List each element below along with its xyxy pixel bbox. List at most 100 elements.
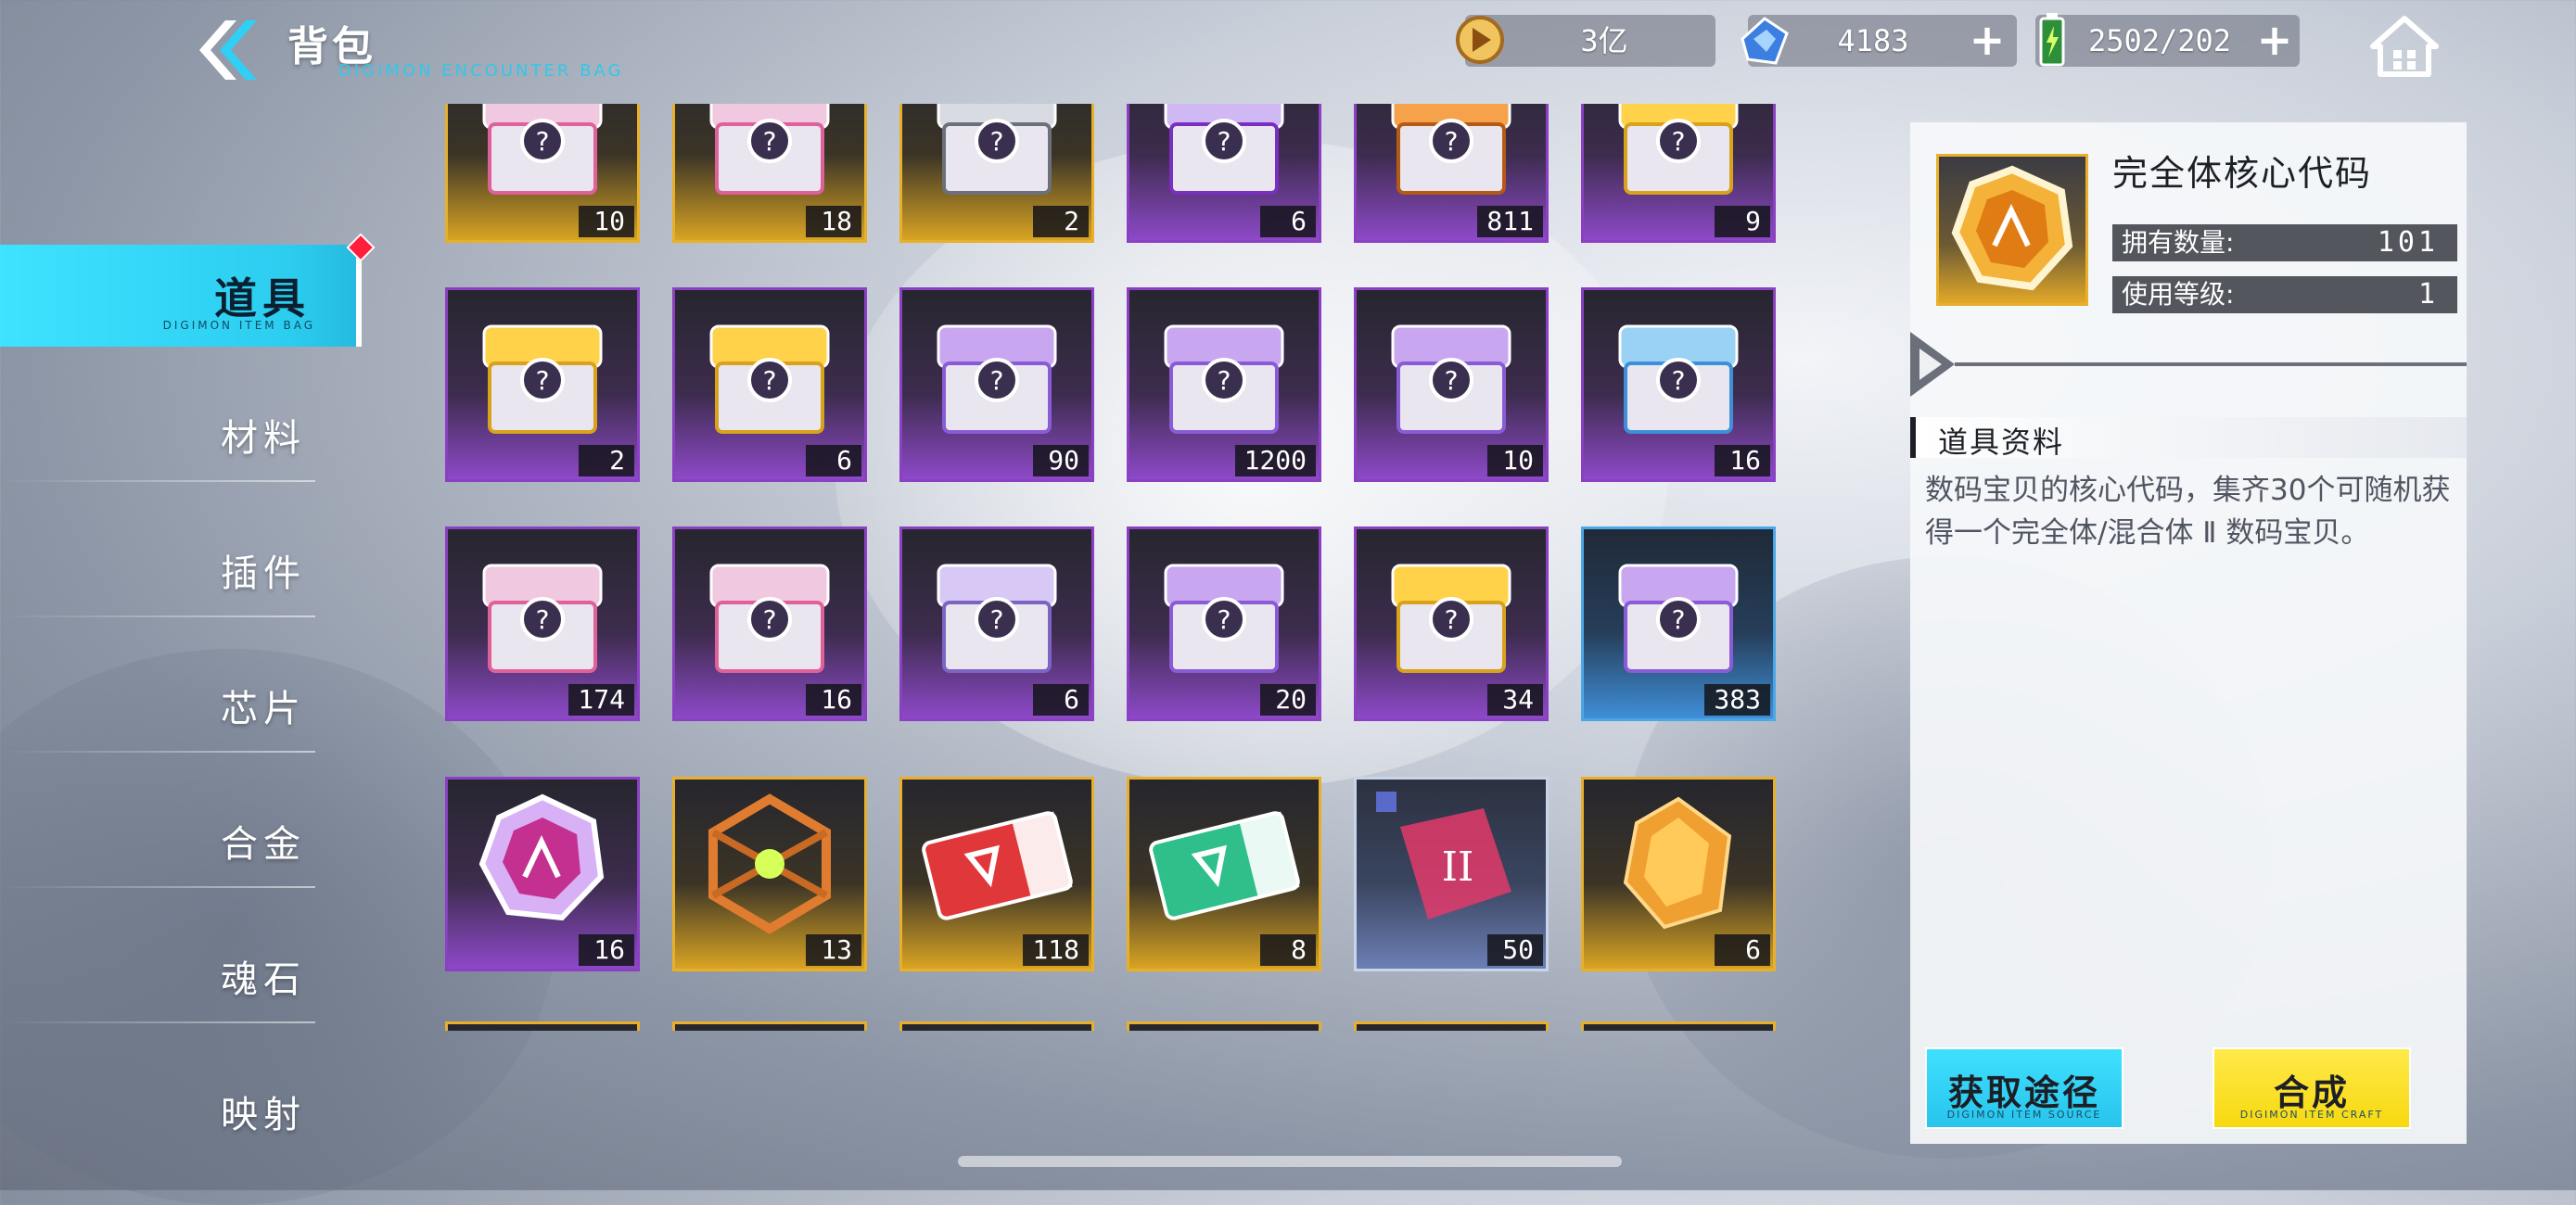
- synthesize-button-subtitle: DIGIMON ITEM CRAFT: [2239, 1109, 2384, 1121]
- item-grid[interactable]: ? 10 ? 18 ? 2 ? 6 ? 811 ? 9 ? 2 ? 6 ? 90…: [445, 104, 1780, 1031]
- item-slot[interactable]: ? 6: [672, 287, 867, 482]
- svg-text:?: ?: [1445, 604, 1459, 635]
- item-slot-partial[interactable]: [1127, 1021, 1321, 1031]
- item-slot[interactable]: 6: [1581, 777, 1776, 971]
- item-count: 383: [1704, 684, 1770, 716]
- item-count: 2: [1033, 206, 1089, 237]
- add-crystal-button[interactable]: +: [1967, 19, 2008, 61]
- amber-crystal-icon: [1623, 796, 1732, 930]
- item-count: 811: [1477, 206, 1543, 237]
- svg-text:?: ?: [536, 365, 550, 396]
- tab-items[interactable]: 道具 DIGIMON ITEM BAG: [0, 233, 376, 347]
- pink-mystery-box-icon: ?: [482, 564, 603, 673]
- svg-text:?: ?: [1672, 604, 1686, 635]
- blue-mystery-box-icon: ?: [1618, 324, 1739, 434]
- chevron-left-icon: [199, 20, 257, 80]
- home-button[interactable]: [2369, 13, 2440, 80]
- obtain-source-button[interactable]: 获取途径 DIGIMON ITEM SOURCE: [1925, 1047, 2123, 1129]
- item-slot[interactable]: ? 16: [1581, 287, 1776, 482]
- divider: [0, 615, 315, 617]
- item-slot[interactable]: II 50: [1354, 777, 1549, 971]
- item-info-header: 道具资料: [1910, 417, 2467, 460]
- item-slot[interactable]: ? 10: [1354, 287, 1549, 482]
- item-slot[interactable]: ? 811: [1354, 104, 1549, 243]
- svg-text:?: ?: [1672, 126, 1686, 157]
- item-slot-partial[interactable]: [672, 1021, 867, 1031]
- red-ticket-icon: [922, 811, 1073, 920]
- item-count: 8: [1260, 934, 1316, 966]
- item-slot[interactable]: ? 2: [899, 104, 1094, 243]
- back-button[interactable]: [190, 17, 264, 83]
- item-count: 16: [1715, 445, 1770, 476]
- item-count: 18: [806, 206, 861, 237]
- item-slot[interactable]: ? 174: [445, 526, 640, 721]
- synthesize-button[interactable]: 合成 DIGIMON ITEM CRAFT: [2213, 1047, 2411, 1129]
- item-slot[interactable]: ? 18: [672, 104, 867, 243]
- item-slot[interactable]: ? 9: [1581, 104, 1776, 243]
- svg-text:?: ?: [536, 126, 550, 157]
- item-slot-partial[interactable]: [1354, 1021, 1549, 1031]
- item-count: 34: [1487, 684, 1543, 716]
- blue-crystal-icon: [1741, 17, 1789, 65]
- home-icon: [2370, 16, 2439, 77]
- item-count: 13: [806, 934, 861, 966]
- item-count: 10: [1487, 445, 1543, 476]
- item-count: 6: [1715, 934, 1770, 966]
- tab-mapping[interactable]: 映射: [0, 1057, 362, 1159]
- item-count: 10: [579, 206, 634, 237]
- svg-text:?: ?: [1445, 126, 1459, 157]
- item-count: 118: [1023, 934, 1089, 966]
- svg-text:?: ?: [536, 604, 550, 635]
- gold-basket-box-icon: ?: [482, 324, 603, 434]
- item-slot[interactable]: ? 34: [1354, 526, 1549, 721]
- puzzle-fragment-icon: II: [1376, 792, 1511, 920]
- item-count: 6: [806, 445, 861, 476]
- tab-plugins[interactable]: 插件: [0, 515, 362, 617]
- tab-label: 映射: [221, 1094, 306, 1136]
- item-count: 2: [579, 445, 634, 476]
- item-slot-partial[interactable]: [1581, 1021, 1776, 1031]
- item-frame: [1354, 1021, 1549, 1031]
- item-count: 6: [1260, 206, 1316, 237]
- item-slot[interactable]: ? 6: [899, 526, 1094, 721]
- tab-alloys[interactable]: 合金: [0, 786, 362, 888]
- item-slot[interactable]: ? 90: [899, 287, 1094, 482]
- pink-mystery-box-icon: ?: [709, 564, 830, 673]
- item-slot[interactable]: ? 20: [1127, 526, 1321, 721]
- svg-text:?: ?: [990, 365, 1004, 396]
- item-frame: [445, 1021, 640, 1031]
- tab-soul-stones[interactable]: 魂石: [0, 921, 362, 1023]
- tab-label: 道具: [214, 273, 311, 323]
- stamina-value: 2502/202: [2087, 23, 2232, 58]
- add-stamina-button[interactable]: +: [2254, 19, 2295, 61]
- item-slot[interactable]: 8: [1127, 777, 1321, 971]
- svg-text:?: ?: [763, 604, 777, 635]
- item-slot[interactable]: ? 16: [672, 526, 867, 721]
- item-info-title: 道具资料: [1938, 425, 2065, 460]
- use-level-row: 使用等级: 1: [2112, 276, 2457, 313]
- item-slot-partial[interactable]: [899, 1021, 1094, 1031]
- owned-quantity-row: 拥有数量: 101: [2112, 224, 2457, 261]
- resource-crystal: 4183 +: [1741, 15, 2017, 67]
- item-slot[interactable]: ? 383: [1581, 526, 1776, 721]
- tab-materials[interactable]: 材料: [0, 380, 362, 482]
- item-slot[interactable]: ? 1200: [1127, 287, 1321, 482]
- item-count: 16: [579, 934, 634, 966]
- item-count: 50: [1487, 934, 1543, 966]
- item-slot[interactable]: 16: [445, 777, 640, 971]
- purple-mystery-box-icon: ?: [1164, 564, 1284, 673]
- tab-label: 材料: [221, 417, 306, 460]
- detail-item-name: 完全体核心代码: [2112, 153, 2373, 194]
- level-label: 使用等级:: [2122, 279, 2235, 310]
- divider: [0, 1021, 315, 1023]
- item-slot[interactable]: ? 2: [445, 287, 640, 482]
- tab-chips[interactable]: 芯片: [0, 651, 362, 753]
- item-slot[interactable]: ? 10: [445, 104, 640, 243]
- item-slot[interactable]: 13: [672, 777, 867, 971]
- gold-basket-box-icon: ?: [709, 324, 830, 434]
- item-slot-partial[interactable]: [445, 1021, 640, 1031]
- svg-text:?: ?: [990, 604, 1004, 635]
- item-slot[interactable]: 118: [899, 777, 1094, 971]
- gold-core-code-icon: [1951, 165, 2073, 291]
- item-slot[interactable]: ? 6: [1127, 104, 1321, 243]
